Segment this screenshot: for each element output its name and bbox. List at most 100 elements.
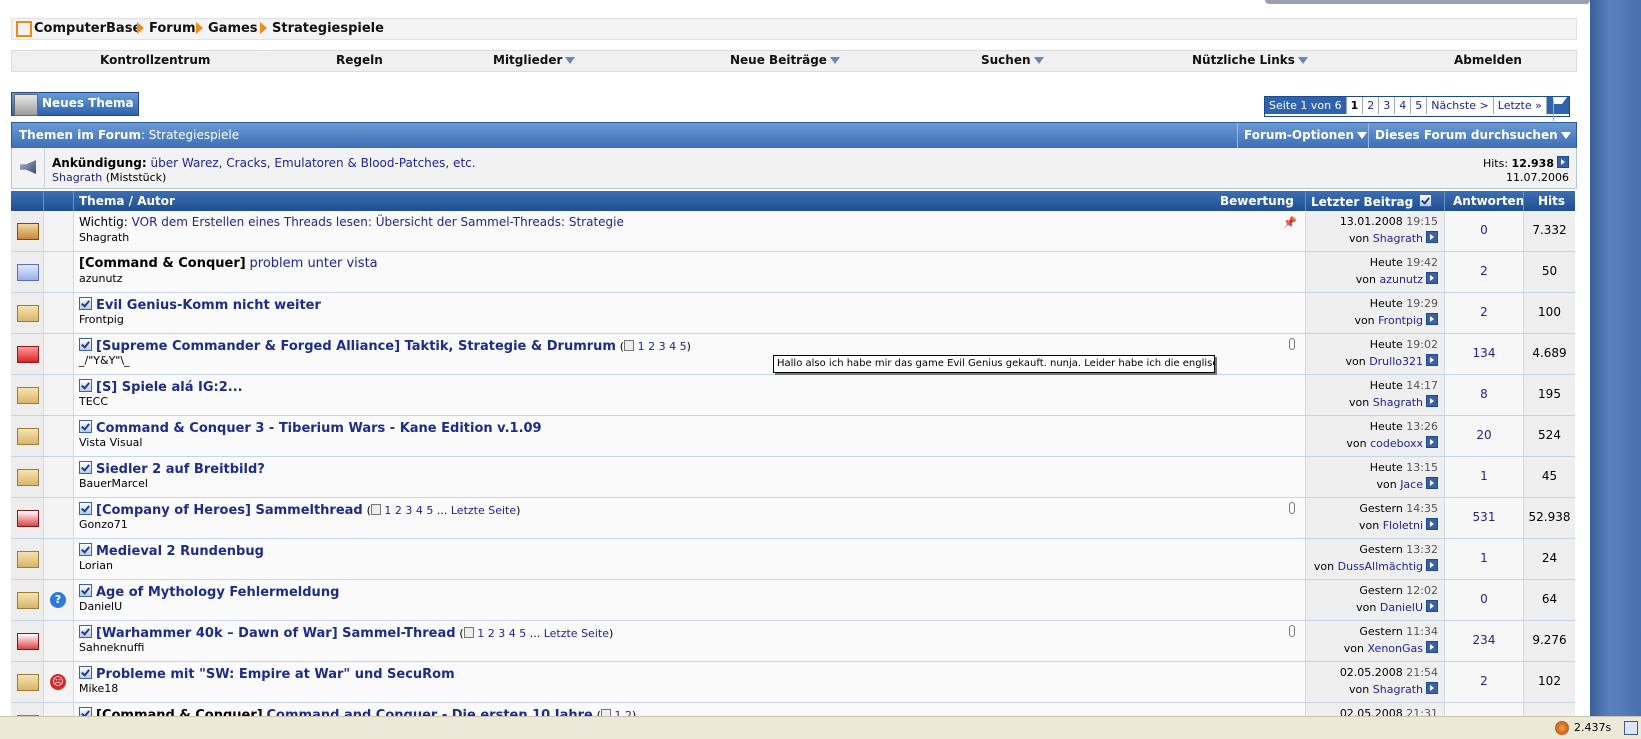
page-link[interactable]: 4 [1394,97,1410,114]
nav-neue-beitraege[interactable]: Neue Beiträge [730,53,840,67]
thread-author[interactable]: Gonzo71 [79,518,128,531]
thread-title-link[interactable]: Medieval 2 Rundenbug [96,544,264,559]
go-to-last-post-icon[interactable] [1426,559,1438,571]
thread-title-link[interactable]: problem unter vista [250,256,378,271]
thread-author[interactable]: Shagrath [79,231,129,244]
page-link[interactable]: 2 [648,340,655,353]
nav-suchen[interactable]: Suchen [981,53,1044,67]
page-jump-dropdown[interactable] [1545,97,1569,121]
thread-title-link[interactable]: [Supreme Commander & Forged Alliance] Ta… [96,339,616,354]
page-link[interactable]: 2 [488,627,495,640]
breadcrumb-item-forum[interactable]: Forum [149,21,196,36]
last-post-user[interactable]: Jace [1400,478,1423,491]
thread-title-link[interactable]: Command & Conquer 3 - Tiberium Wars - Ka… [96,421,542,436]
thread-author[interactable]: BauerMarcel [79,477,148,490]
next-page-link[interactable]: Nächste > [1426,97,1493,114]
column-replies[interactable]: Antworten [1453,194,1524,208]
breadcrumb-item-games[interactable]: Games [208,21,258,36]
replies-count[interactable]: 531 [1445,510,1523,524]
column-last-post[interactable]: Letzter Beitrag [1311,194,1436,209]
column-hits[interactable]: Hits [1538,194,1565,208]
last-page-link[interactable]: Letzte » [1492,97,1546,114]
go-to-last-post-icon[interactable] [1426,272,1438,284]
go-to-last-post-icon[interactable] [1426,354,1438,366]
last-post-user[interactable]: Shagrath [1373,232,1423,245]
thread-author[interactable]: DanielU [79,600,122,613]
last-post-user[interactable]: Floletni [1383,519,1423,532]
last-page-link[interactable]: Letzte Seite [544,627,609,640]
nav-abmelden[interactable]: Abmelden [1454,53,1522,67]
last-post-user[interactable]: azunutz [1379,273,1423,286]
page-link[interactable]: 4 [669,340,676,353]
go-to-last-post-icon[interactable] [1426,477,1438,489]
last-post-user[interactable]: DussAllmächtig [1338,560,1423,573]
replies-count[interactable]: 2 [1445,674,1523,688]
replies-count[interactable]: 20 [1445,428,1523,442]
last-post-user[interactable]: codeboxx [1370,437,1423,450]
last-post-user[interactable]: Frontpig [1378,314,1423,327]
replies-count[interactable]: 1 [1445,551,1523,565]
thread-title-link[interactable]: Command and Conquer - Die ersten 10 Jahr… [267,708,593,716]
column-topic[interactable]: Thema / Autor [79,194,175,208]
go-to-last-post-icon[interactable] [1426,436,1438,448]
page-link[interactable]: 4 [416,504,423,517]
page-link[interactable]: 5 [680,340,687,353]
nav-mitglieder[interactable]: Mitglieder [493,53,576,67]
thread-author[interactable]: TECC [79,395,108,408]
page-link[interactable]: 1 [384,504,391,517]
nav-nuetzliche-links[interactable]: Nützliche Links [1192,53,1308,67]
page-link[interactable]: 1 [614,709,621,716]
last-post-user[interactable]: DanielU [1380,601,1423,614]
nav-kontrollzentrum[interactable]: Kontrollzentrum [100,53,210,67]
thread-title-link[interactable]: Age of Mythology Fehlermeldung [96,585,339,600]
thread-title-link[interactable]: [Company of Heroes] Sammelthread [96,503,363,518]
page-link[interactable]: 2 [1362,97,1378,114]
page-link[interactable]: 5 [1410,97,1426,114]
replies-count[interactable]: 0 [1445,223,1523,237]
thread-title-link[interactable]: Evil Genius-Komm nicht weiter [96,298,321,313]
window-icon[interactable] [1624,721,1638,735]
thread-author[interactable]: Sahneknuffi [79,641,144,654]
announcement-author[interactable]: Shagrath [52,171,102,184]
home-icon[interactable] [16,21,32,37]
go-to-last-post-icon[interactable] [1426,518,1438,530]
page-link[interactable]: 1 [638,340,645,353]
thread-author[interactable]: Mike18 [79,682,118,695]
replies-count[interactable]: 2 [1445,264,1523,278]
replies-count[interactable]: 0 [1445,592,1523,606]
page-link[interactable]: 3 [659,340,666,353]
thread-author[interactable]: Frontpig [79,313,124,326]
new-thread-button[interactable]: Neues Thema [11,92,139,116]
last-post-user[interactable]: Drullo321 [1369,355,1423,368]
last-page-link[interactable]: Letzte Seite [451,504,516,517]
announcement-link[interactable]: über Warez, Cracks, Emulatoren & Blood-P… [151,156,476,170]
thread-author[interactable]: _/"Y&Y"\_ [79,354,130,367]
last-post-user[interactable]: Shagrath [1373,396,1423,409]
go-to-last-post-icon[interactable] [1426,231,1438,243]
page-link[interactable]: 3 [405,504,412,517]
firebug-icon[interactable] [1555,721,1569,735]
vertical-scrollbar[interactable] [1590,0,1641,716]
replies-count[interactable]: 2 [1445,305,1523,319]
replies-count[interactable]: 234 [1445,633,1523,647]
page-link[interactable]: 4 [509,627,516,640]
page-link[interactable]: 1 [477,627,484,640]
go-to-last-post-icon[interactable] [1426,682,1438,694]
thread-title-link[interactable]: Probleme mit "SW: Empire at War" und Sec… [96,667,455,682]
thread-title-link[interactable]: [S] Spiele alá IG:2... [96,380,243,395]
page-link[interactable]: 5 [519,627,526,640]
replies-count[interactable]: 134 [1445,346,1523,360]
breadcrumb-item-computerbase[interactable]: ComputerBase [34,21,141,36]
thread-author[interactable]: azunutz [79,272,123,285]
go-to-last-post-icon[interactable] [1426,600,1438,612]
page-link[interactable]: 3 [498,627,505,640]
thread-title-link[interactable]: Siedler 2 auf Breitbild? [96,462,265,477]
thread-author[interactable]: Vista Visual [79,436,142,449]
thread-title-link[interactable]: VOR dem Erstellen eines Threads lesen: Ü… [132,215,624,229]
forum-search-menu[interactable]: Dieses Forum durchsuchen [1368,123,1577,148]
last-post-user[interactable]: Shagrath [1373,683,1423,696]
page-link[interactable]: 3 [1378,97,1394,114]
go-to-last-post-icon[interactable] [1426,395,1438,407]
go-to-last-post-icon[interactable] [1426,641,1438,653]
forum-options-menu[interactable]: Forum-Optionen [1237,123,1373,148]
